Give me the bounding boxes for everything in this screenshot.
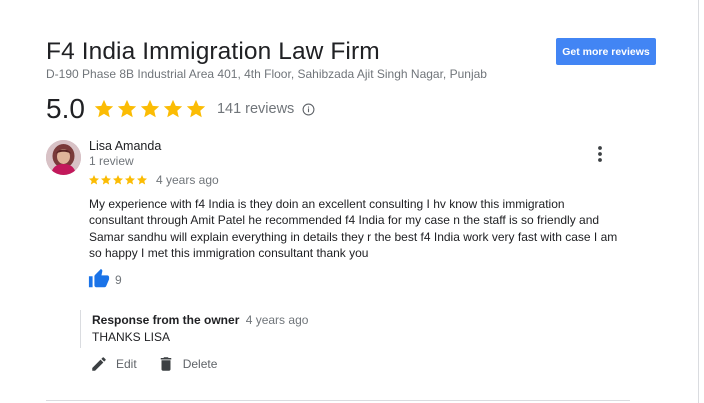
star-icon [117,99,137,118]
business-address: D-190 Phase 8B Industrial Area 401, 4th … [46,67,487,81]
pencil-icon [92,357,106,371]
review-text: My experience with f4 India is they doin… [89,197,618,260]
rating-summary: 5.0 141 reviews [46,93,315,125]
rating-value: 5.0 [46,93,85,124]
delete-label: Delete [182,357,218,371]
business-name: F4 India Immigration Law Firm [46,38,380,65]
more-vert-icon[interactable] [592,145,608,163]
star-icon [140,99,160,118]
star-icon [163,99,183,118]
review-time: 4 years ago [156,173,219,187]
rating-stars [93,98,207,120]
owner-response-header: Response from the owner 4 years ago [92,310,560,327]
thumbs-up-icon[interactable] [88,268,110,290]
star-icon [89,175,99,185]
get-more-reviews-button[interactable]: Get more reviews [556,38,656,65]
response-actions: Edit Delete [90,355,237,373]
star-icon [101,175,111,185]
star-icon [125,175,135,185]
info-icon[interactable] [302,103,315,116]
reviews-count: 141 reviews [216,101,295,117]
star-icon [137,175,147,185]
owner-response-label: Response from the owner [92,313,240,327]
edit-label: Edit [116,357,137,371]
like-count: 9 [115,273,122,287]
review-stars [88,174,148,186]
like-control[interactable]: 9 [88,268,122,290]
reviewer-name[interactable]: Lisa Amanda [89,139,161,153]
owner-response-time: 4 years ago [245,313,309,327]
divider [46,400,630,401]
review-panel: F4 India Immigration Law Firm D-190 Phas… [0,0,699,403]
reviewer-avatar[interactable] [46,140,81,175]
star-icon [186,99,206,118]
review-rating-row: 4 years ago [88,173,219,187]
edit-button[interactable]: Edit [90,355,137,373]
owner-response-text: THANKS LISA [92,330,171,344]
owner-response: Response from the owner 4 years ago THAN… [80,310,560,348]
star-icon [94,99,114,118]
trash-icon [160,357,171,371]
reviewer-review-count: 1 review [89,154,134,168]
star-icon [113,175,123,185]
delete-button[interactable]: Delete [157,355,218,373]
